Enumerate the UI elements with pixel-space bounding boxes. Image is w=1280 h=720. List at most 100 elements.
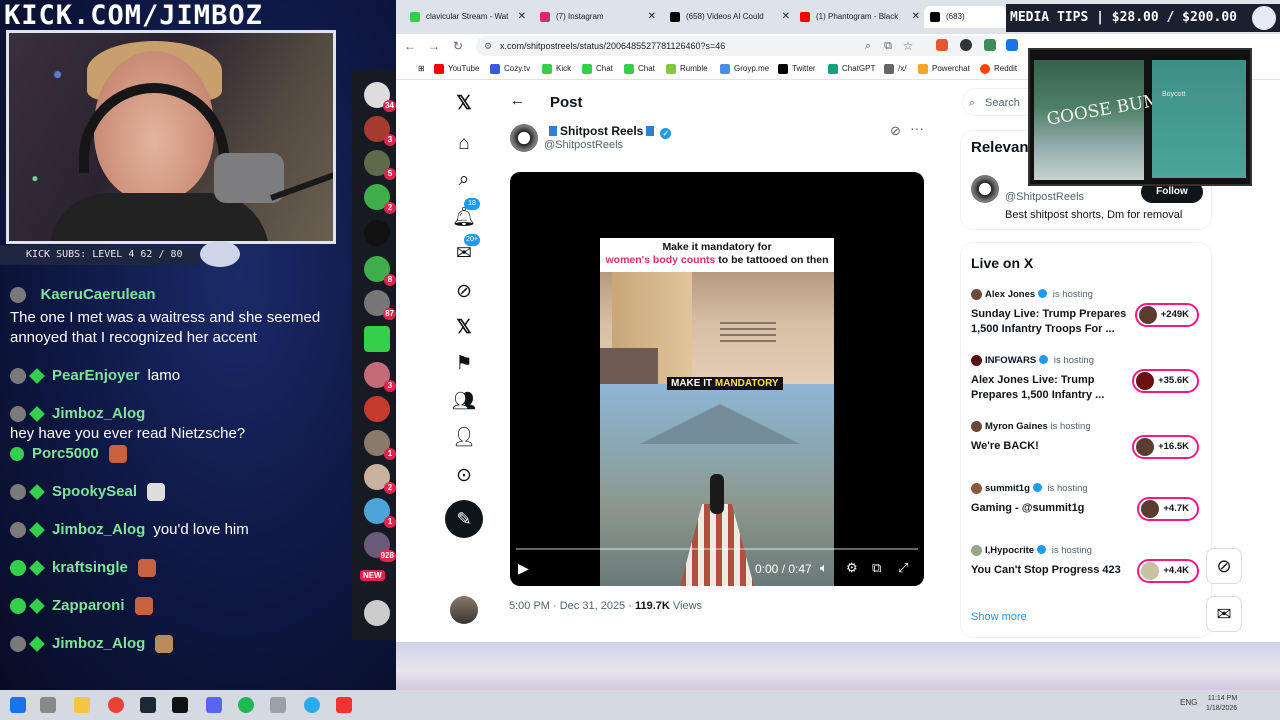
explore-icon[interactable]: ⌕ [452,168,476,192]
messages-float-button[interactable]: ✉ [1206,596,1242,632]
live-listener-pill[interactable]: +4.4K [1137,559,1199,583]
bookmark-chat[interactable]: Chat [624,62,655,76]
video-progress-bar[interactable] [516,548,918,550]
play-icon[interactable]: ▶ [518,560,529,577]
rail-streamer[interactable]: 2 [364,184,396,214]
rail-streamer[interactable]: 87 [364,290,396,320]
live-listener-pill[interactable]: +249K [1134,303,1199,327]
extension-icon[interactable] [936,39,948,51]
notifications-icon[interactable]: 🔔︎ 18 [452,198,480,230]
account-avatar[interactable] [450,596,478,624]
steam-icon[interactable] [140,697,156,713]
close-icon[interactable]: ✕ [648,6,656,28]
live-listener-pill[interactable]: +35.6K [1132,369,1199,393]
close-icon[interactable]: ✕ [518,6,526,28]
rail-streamer[interactable]: 3 [364,362,396,392]
communities-icon[interactable]: 👥︎ [452,390,476,414]
bookmark-twitter[interactable]: Twitter [778,62,816,76]
author-name-link[interactable]: Shitpost Reels ✓ [546,124,672,139]
video-player[interactable]: Make it mandatory for women's body count… [510,172,924,586]
rail-streamer[interactable] [364,600,390,626]
forward-icon[interactable]: → [424,36,444,56]
obs-icon[interactable] [172,697,188,713]
rail-streamer[interactable] [364,396,390,422]
kick-rail-icon[interactable] [364,326,390,352]
rail-streamer[interactable]: 928 [364,532,396,562]
rail-streamer[interactable]: 8 [364,256,396,286]
author-handle[interactable]: @ShitpostReels [544,139,623,151]
bookmark-kick[interactable]: Kick [542,62,571,76]
live-space-item[interactable]: Myron Gaines is hosting We're BACK! +16.… [971,421,1207,477]
app-icon[interactable] [270,697,286,713]
more-circle-icon[interactable]: ⊙ [452,464,476,488]
close-icon[interactable]: ✕ [782,6,790,28]
rail-streamer[interactable]: 3 [364,116,396,146]
fullscreen-icon[interactable]: ⤢ [898,560,908,576]
bookmark-chat[interactable]: Chat [582,62,613,76]
grok-icon[interactable]: ⊘ [452,280,476,304]
rail-streamer[interactable]: 34 [364,82,396,112]
task-view-icon[interactable] [40,697,56,713]
grok-explain-icon[interactable]: ⊘ [890,123,901,139]
chrome-icon[interactable] [108,697,124,713]
relevant-handle[interactable]: @ShitpostReels [1005,191,1084,203]
premium-icon[interactable]: 𝕏 [452,316,476,340]
rail-streamer[interactable]: 5 [364,150,396,180]
live-listener-pill[interactable]: +16.5K [1132,435,1199,459]
live-space-item[interactable]: INFOWARS is hosting Alex Jones Live: Tru… [971,355,1207,411]
bookmark-star-icon[interactable]: ☆ [898,36,918,56]
browser-tab[interactable]: (7) Instagram ✕ [534,6,660,28]
back-icon[interactable]: ← [400,36,420,56]
bookmark-cozy[interactable]: Cozy.tv [490,62,530,76]
browser-tab[interactable]: (1) Phantogram - Black ✕ [794,6,924,28]
install-icon[interactable]: ⧉ [878,36,898,56]
address-bar[interactable]: ⚙ x.com/shitpostreels/status/20064855277… [476,36,996,56]
extension-icon[interactable] [1006,39,1018,51]
rail-streamer[interactable] [364,220,390,246]
reload-icon[interactable]: ↻ [448,36,468,56]
bookmarks-icon[interactable]: ⚑ [452,352,476,376]
browser-tab[interactable]: clavicular Stream - Wat ✕ [404,6,530,28]
bookmark-powerchat[interactable]: Powerchat [918,62,970,76]
messages-icon[interactable]: ✉ 20+ [452,234,480,266]
bookmark-groyp[interactable]: Groyp.me [720,62,769,76]
telegram-icon[interactable] [304,697,320,713]
browser-tab-active[interactable]: (683) [924,6,1006,28]
browser-tab[interactable]: (658) Videos AI Could ✕ [664,6,794,28]
rail-streamer[interactable]: 1 [364,498,396,528]
picture-in-picture-icon[interactable]: ⧉ [872,560,881,576]
bookmark-reddit[interactable]: Reddit [980,62,1017,76]
bookmark-rumble[interactable]: Rumble [666,62,708,76]
author-avatar[interactable] [510,124,538,152]
app-icon[interactable] [336,697,352,713]
rail-streamer[interactable]: 1 [364,430,396,460]
avatar[interactable] [971,175,999,203]
home-icon[interactable]: ⌂ [452,132,476,156]
bookmark-x[interactable]: /x/ [884,62,906,76]
bookmark-chatgpt[interactable]: ChatGPT [828,62,875,76]
close-icon[interactable]: ✕ [912,6,920,28]
settings-gear-icon[interactable]: ⚙ [846,560,858,576]
profile-icon[interactable]: 👤︎ [452,426,476,450]
language-indicator[interactable]: ENG [1180,698,1197,707]
rail-streamer[interactable]: 2 [364,464,396,494]
live-space-item[interactable]: I,Hypocrite is hosting You Can't Stop Pr… [971,545,1207,601]
extension-icon[interactable] [984,39,996,51]
live-space-item[interactable]: summit1g is hosting Gaming - @summit1g +… [971,483,1207,539]
live-space-item[interactable]: Alex Jones is hosting Sunday Live: Trump… [971,289,1207,345]
grok-float-button[interactable]: ⊘ [1206,548,1242,584]
live-listener-pill[interactable]: +4.7K [1137,497,1199,521]
volume-icon[interactable]: 🔈︎ [820,560,828,576]
discord-icon[interactable] [206,697,222,713]
more-options-icon[interactable]: ··· [910,120,924,136]
compose-post-button[interactable]: ✎ [445,500,483,538]
show-more-link[interactable]: Show more [971,611,1027,623]
zoom-icon[interactable]: ⌕ [858,36,878,56]
bookmark-youtube[interactable]: YouTube [434,62,479,76]
apps-icon[interactable]: ⊞ [404,62,425,76]
extension-icon[interactable] [960,39,972,51]
file-explorer-icon[interactable] [74,697,90,713]
back-arrow-icon[interactable]: ← [510,92,525,109]
taskbar-clock[interactable]: 11:14 PM 1/18/2026 [1206,694,1237,714]
spotify-icon[interactable] [238,697,254,713]
